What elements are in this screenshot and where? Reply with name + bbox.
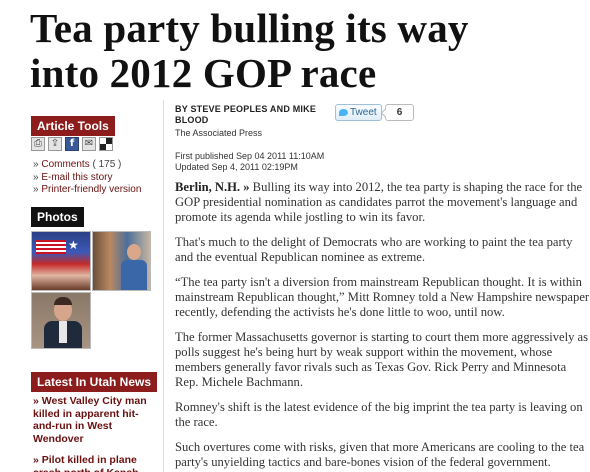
- article-body: Berlin, N.H. » Bulling its way into 2012…: [175, 180, 590, 472]
- photos-label: Photos: [31, 207, 84, 227]
- first-published: First published Sep 04 2011 11:10AM: [175, 151, 325, 161]
- printer-friendly-link[interactable]: Printer-friendly version: [41, 184, 141, 195]
- column-divider: [163, 100, 164, 472]
- news-item: » Pilot killed in plane crash north of K…: [33, 454, 153, 472]
- person-head: [127, 244, 141, 260]
- tweet-label: Tweet: [350, 107, 377, 118]
- news-item: » West Valley City man killed in apparen…: [33, 395, 153, 445]
- email-icon[interactable]: ✉: [82, 137, 96, 151]
- person-body: [121, 260, 147, 290]
- latest-news-label: Latest In Utah News: [31, 372, 158, 392]
- article-paragraph: The former Massachusetts governor is sta…: [175, 330, 589, 389]
- article-paragraph: Berlin, N.H. » Bulling its way into 2012…: [175, 180, 590, 225]
- article-tools-icons: ⎙ ⇪ f ✉: [31, 137, 113, 151]
- headline: Tea party bulling its way into 2012 GOP …: [30, 6, 590, 96]
- updated-date: Updated Sep 4, 2011 02:19PM: [175, 162, 298, 172]
- share-icon[interactable]: ⇪: [48, 137, 62, 151]
- byline-agency: The Associated Press: [175, 128, 263, 138]
- article-tools-label: Article Tools: [31, 116, 115, 136]
- printer-friendly-row: » Printer-friendly version: [33, 184, 141, 197]
- headline-line-2: into 2012 GOP race: [30, 50, 377, 96]
- publish-dates: First published Sep 04 2011 11:10AM Upda…: [175, 151, 324, 173]
- latest-news-list: » West Valley City man killed in apparen…: [33, 395, 153, 472]
- tweet-button[interactable]: Tweet: [335, 104, 382, 121]
- facebook-icon[interactable]: f: [65, 137, 79, 151]
- photo-thumbnail-rally[interactable]: ★: [31, 231, 91, 291]
- person-shirt: [59, 321, 67, 343]
- byline-authors: BY STEVE PEOPLES AND MIKE BLOOD: [175, 104, 317, 125]
- print-icon[interactable]: ⎙: [31, 137, 45, 151]
- email-story-row: » E-mail this story: [33, 172, 141, 185]
- person-hair: [54, 297, 72, 305]
- dateline: Berlin, N.H. »: [175, 180, 250, 194]
- flag-graphic: [36, 240, 66, 254]
- photo-thumbnail-speaker[interactable]: [92, 231, 151, 291]
- twitter-bird-icon: [339, 108, 348, 116]
- mixx-icon[interactable]: [99, 137, 113, 151]
- article-paragraph: Romney's shift is the latest evidence of…: [175, 400, 583, 429]
- news-item-link[interactable]: » West Valley City man killed in apparen…: [33, 395, 147, 445]
- article-paragraph: Such overtures come with risks, given th…: [175, 440, 585, 469]
- article-tools-links: » Comments ( 175 ) » E-mail this story »…: [33, 159, 141, 197]
- headline-line-1: Tea party bulling its way: [30, 5, 469, 51]
- photo-thumbnail-portrait[interactable]: [31, 292, 91, 349]
- article-paragraph: That's much to the delight of Democrats …: [175, 235, 573, 264]
- email-story-link[interactable]: E-mail this story: [41, 172, 112, 183]
- comments-link[interactable]: Comments: [41, 159, 89, 170]
- comments-count: ( 175 ): [89, 159, 122, 170]
- tweet-count: 6: [385, 104, 414, 121]
- article-paragraph: “The tea party isn't a diversion from ma…: [175, 275, 590, 319]
- star-graphic: ★: [68, 238, 79, 252]
- news-item-link[interactable]: » Pilot killed in plane crash north of K…: [33, 454, 139, 472]
- comments-row: » Comments ( 175 ): [33, 159, 141, 172]
